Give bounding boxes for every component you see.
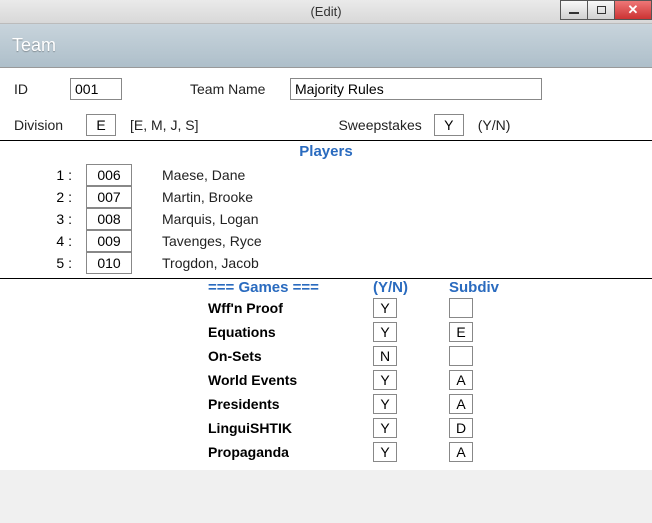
header-title: Team: [12, 35, 56, 56]
game-subdiv-input[interactable]: [449, 370, 473, 390]
game-row: Equations: [14, 320, 638, 344]
player-row: 1 : Maese, Dane: [46, 164, 638, 186]
games-list: Wff'n Proof Equations On-Sets World Events P…: [14, 296, 638, 464]
games-heading: === Games ===: [208, 279, 373, 296]
player-row: 5 : Trogdon, Jacob: [46, 252, 638, 274]
game-row: On-Sets: [14, 344, 638, 368]
game-name: Equations: [208, 324, 373, 340]
player-id-input[interactable]: [86, 186, 132, 208]
player-id-input[interactable]: [86, 164, 132, 186]
division-label: Division: [14, 117, 86, 133]
game-subdiv-input[interactable]: [449, 394, 473, 414]
titlebar: (Edit) ✕: [0, 0, 652, 24]
division-row: Division [E, M, J, S] Sweepstakes (Y/N): [14, 114, 638, 136]
content-area: ID Team Name Division [E, M, J, S] Sweep…: [0, 68, 652, 470]
player-index: 4 :: [46, 233, 72, 249]
game-row: World Events: [14, 368, 638, 392]
divider: [0, 140, 652, 141]
game-name: Wff'n Proof: [208, 300, 373, 316]
game-yn-input[interactable]: [373, 418, 397, 438]
game-name: World Events: [208, 372, 373, 388]
close-button[interactable]: ✕: [614, 0, 652, 20]
player-index: 1 :: [46, 167, 72, 183]
game-yn-input[interactable]: [373, 394, 397, 414]
player-index: 5 :: [46, 255, 72, 271]
yn-heading: (Y/N): [373, 279, 449, 296]
game-yn-input[interactable]: [373, 346, 397, 366]
game-row: Presidents: [14, 392, 638, 416]
game-name: Presidents: [208, 396, 373, 412]
game-yn-input[interactable]: [373, 298, 397, 318]
player-index: 3 :: [46, 211, 72, 227]
player-row: 3 : Marquis, Logan: [46, 208, 638, 230]
subdiv-heading: Subdiv: [449, 279, 519, 296]
player-index: 2 :: [46, 189, 72, 205]
players-heading: Players: [14, 143, 638, 160]
section-header: Team: [0, 24, 652, 68]
division-input[interactable]: [86, 114, 116, 136]
player-name: Trogdon, Jacob: [162, 255, 259, 271]
game-yn-input[interactable]: [373, 322, 397, 342]
id-input[interactable]: [70, 78, 122, 100]
division-hint: [E, M, J, S]: [130, 117, 198, 133]
player-name: Martin, Brooke: [162, 189, 253, 205]
sweepstakes-label: Sweepstakes: [338, 117, 421, 133]
player-id-input[interactable]: [86, 230, 132, 252]
sweepstakes-input[interactable]: [434, 114, 464, 136]
teamname-label: Team Name: [190, 81, 290, 97]
player-row: 2 : Martin, Brooke: [46, 186, 638, 208]
game-name: LinguiSHTIK: [208, 420, 373, 436]
player-name: Maese, Dane: [162, 167, 245, 183]
teamname-input[interactable]: [290, 78, 542, 100]
id-label: ID: [14, 81, 70, 97]
window-controls: ✕: [561, 0, 652, 20]
minimize-button[interactable]: [560, 0, 588, 20]
game-yn-input[interactable]: [373, 370, 397, 390]
player-name: Marquis, Logan: [162, 211, 259, 227]
player-id-input[interactable]: [86, 252, 132, 274]
maximize-button[interactable]: [587, 0, 615, 20]
game-subdiv-input[interactable]: [449, 298, 473, 318]
game-subdiv-input[interactable]: [449, 418, 473, 438]
player-name: Tavenges, Ryce: [162, 233, 262, 249]
game-subdiv-input[interactable]: [449, 322, 473, 342]
id-row: ID Team Name: [14, 78, 638, 100]
game-name: On-Sets: [208, 348, 373, 364]
window-title: (Edit): [310, 4, 341, 19]
game-yn-input[interactable]: [373, 442, 397, 462]
games-header-row: === Games === (Y/N) Subdiv: [14, 279, 638, 296]
game-row: Wff'n Proof: [14, 296, 638, 320]
sweepstakes-hint: (Y/N): [478, 117, 511, 133]
game-row: Propaganda: [14, 440, 638, 464]
player-id-input[interactable]: [86, 208, 132, 230]
game-name: Propaganda: [208, 444, 373, 460]
game-subdiv-input[interactable]: [449, 346, 473, 366]
players-list: 1 : Maese, Dane 2 : Martin, Brooke 3 : Marqui…: [14, 164, 638, 274]
game-row: LinguiSHTIK: [14, 416, 638, 440]
player-row: 4 : Tavenges, Ryce: [46, 230, 638, 252]
game-subdiv-input[interactable]: [449, 442, 473, 462]
